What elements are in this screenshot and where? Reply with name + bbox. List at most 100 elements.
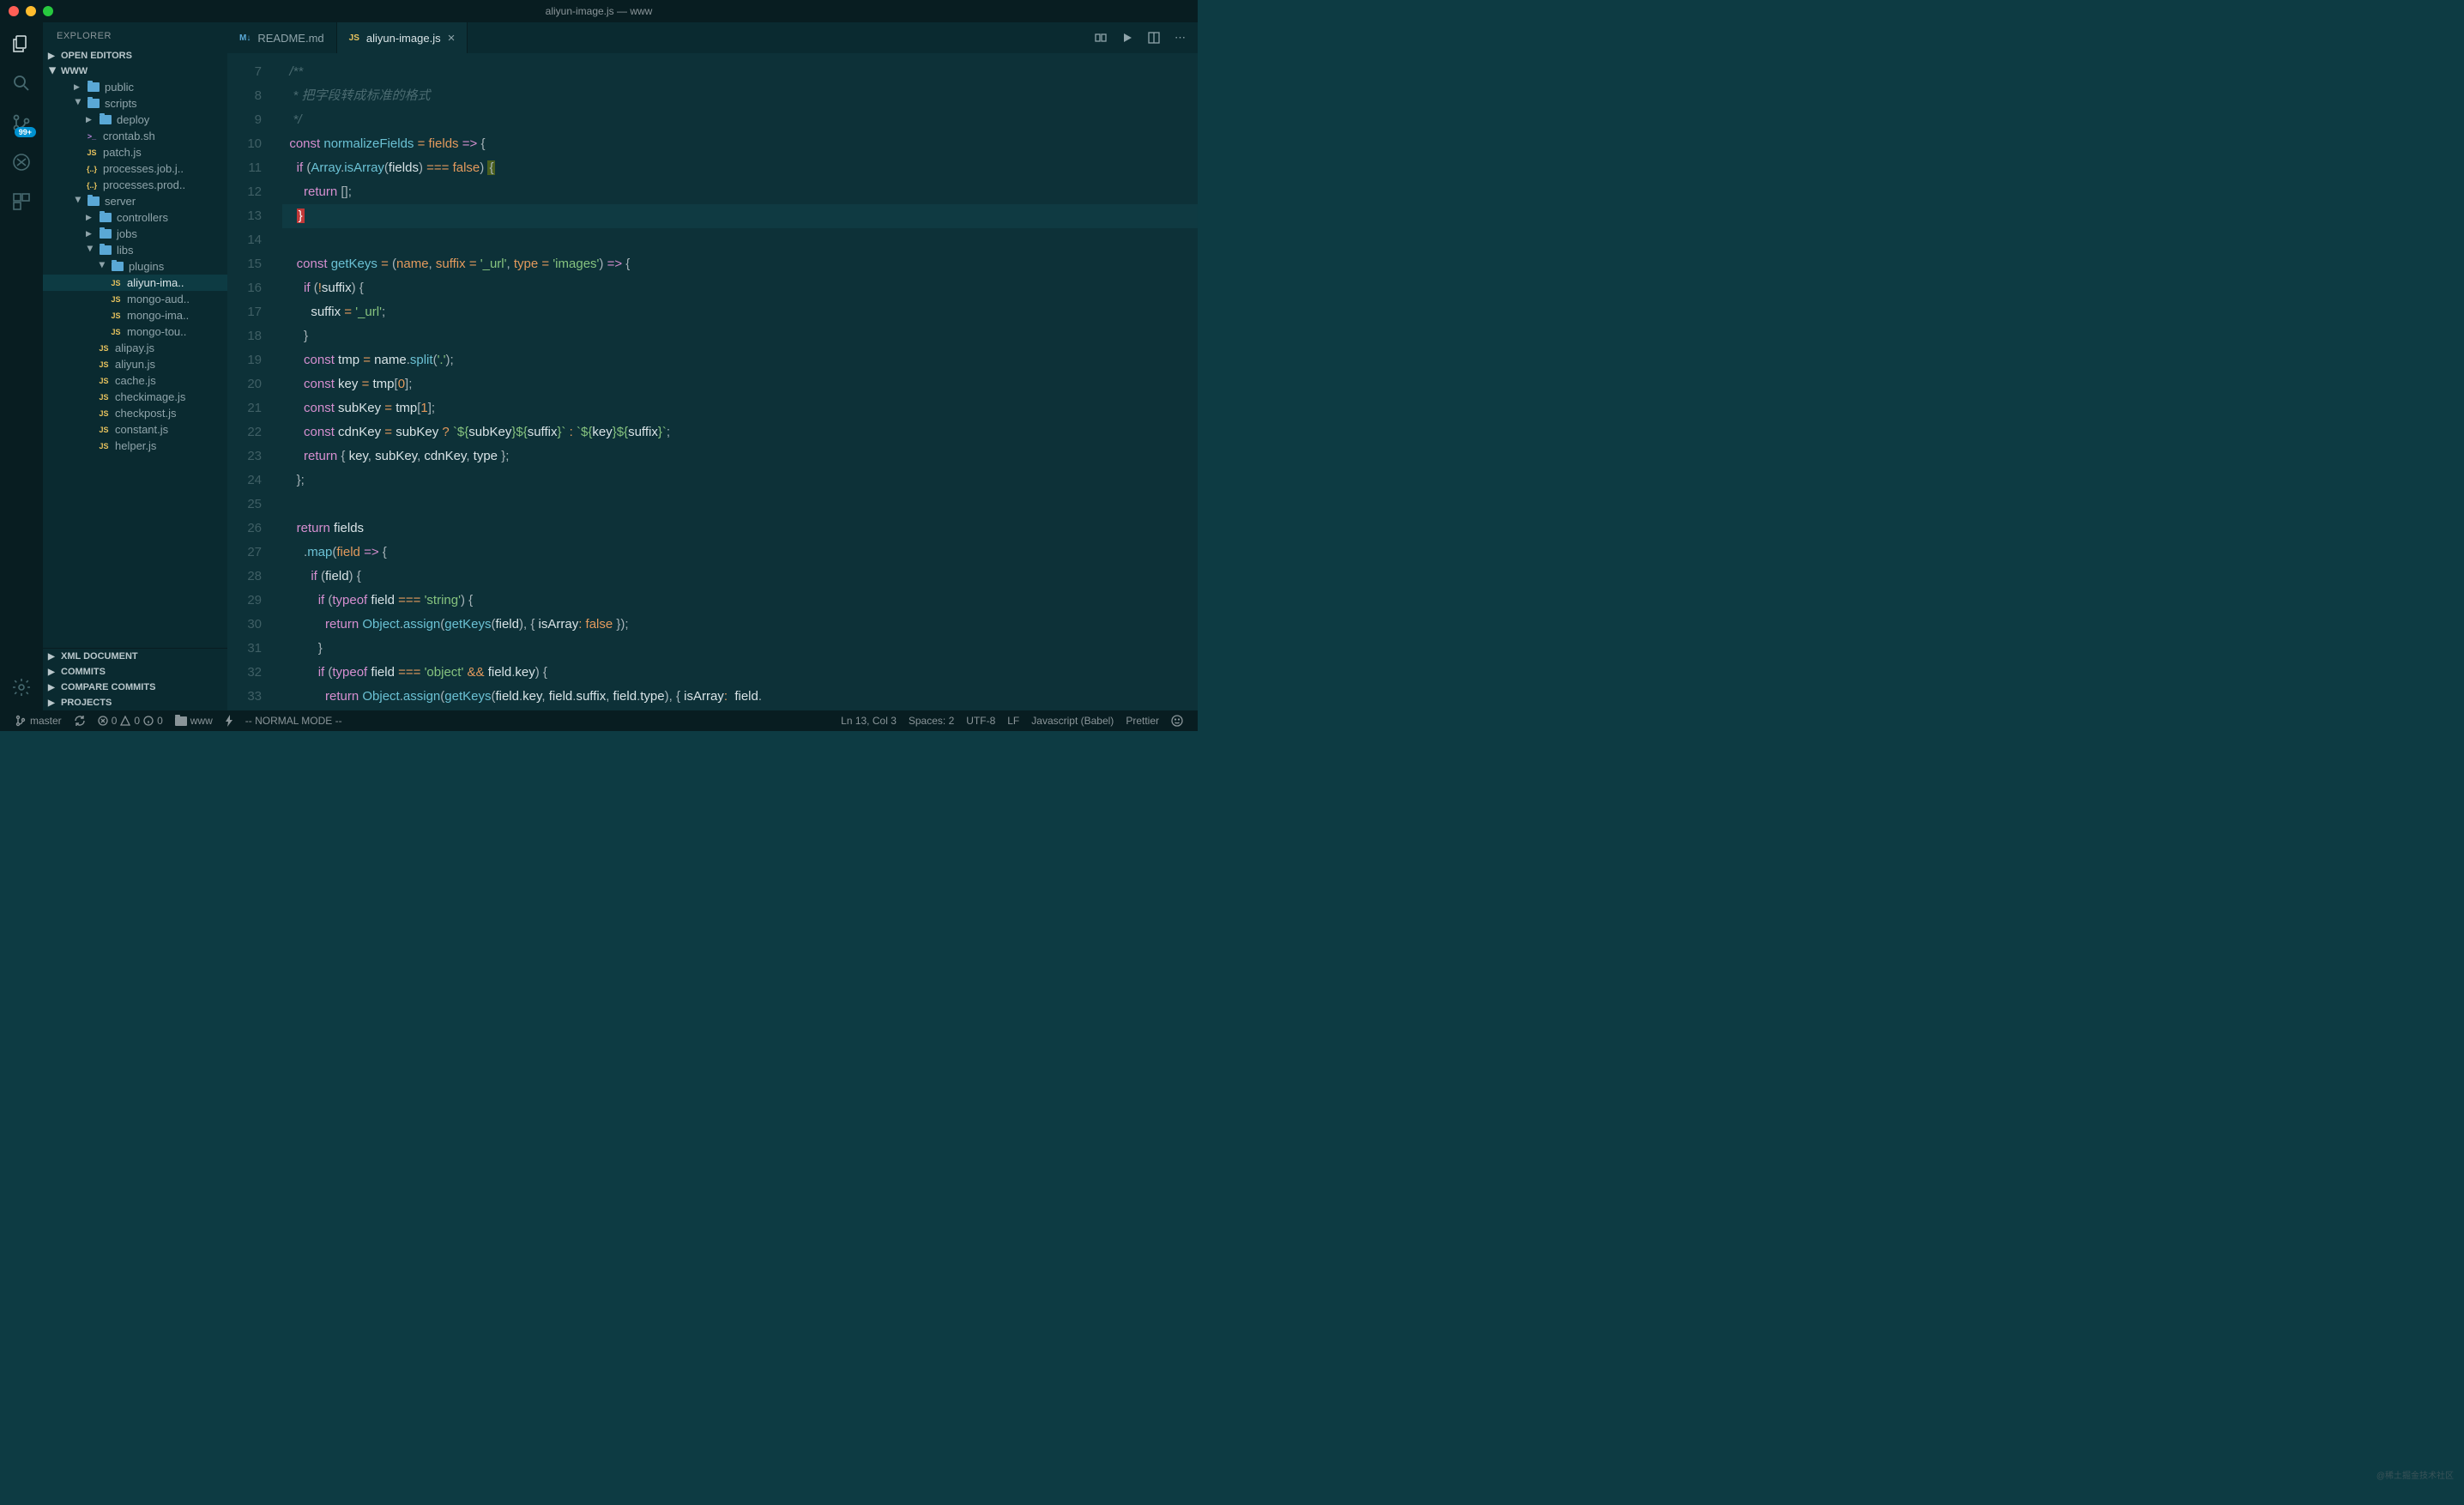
- tree-item-label: server: [105, 195, 136, 208]
- folder-server[interactable]: ▶server: [43, 193, 227, 209]
- open-changes-icon[interactable]: [1094, 31, 1108, 45]
- js-file-icon: JS: [110, 326, 122, 338]
- editor[interactable]: 7891011121314151617181920212223242526272…: [227, 53, 1198, 710]
- js-file-icon: JS: [110, 277, 122, 289]
- file-checkimage-js[interactable]: JScheckimage.js: [43, 389, 227, 405]
- file-crontab-sh[interactable]: >_crontab.sh: [43, 128, 227, 144]
- chevron-down-icon: ▶: [48, 67, 57, 76]
- problems[interactable]: 0 0 0: [92, 715, 169, 727]
- file-aliyun-ima-[interactable]: JS aliyun-ima..: [43, 275, 227, 291]
- file-cache-js[interactable]: JScache.js: [43, 372, 227, 389]
- debug-icon[interactable]: [10, 151, 33, 173]
- folder-controllers[interactable]: ▶controllers: [43, 209, 227, 226]
- chevron-icon: ▶: [74, 82, 82, 92]
- indentation[interactable]: Spaces: 2: [903, 715, 960, 727]
- titlebar: aliyun-image.js — www: [0, 0, 1198, 22]
- feedback-icon[interactable]: [1165, 715, 1189, 727]
- chevron-icon: ▶: [98, 263, 107, 271]
- file-helper-js[interactable]: JShelper.js: [43, 438, 227, 454]
- chevron-icon: ▶: [86, 115, 94, 124]
- tree-item-label: mongo-tou..: [127, 325, 186, 338]
- file-processes-prod-[interactable]: {..}processes.prod..: [43, 177, 227, 193]
- section-commits[interactable]: ▶ COMMITS: [43, 664, 227, 680]
- window-title: aliyun-image.js — www: [546, 5, 653, 17]
- vim-mode: -- NORMAL MODE --: [239, 715, 348, 727]
- sidebar: EXPLORER ▶OPEN EDITORS ▶WWW ▶public▶scri…: [43, 22, 227, 710]
- section-compare-commits[interactable]: ▶COMPARE COMMITS: [43, 680, 227, 695]
- file-mongo-ima-[interactable]: JSmongo-ima..: [43, 307, 227, 323]
- js-file-icon: JS: [86, 147, 98, 159]
- tree-item-label: aliyun-ima..: [127, 276, 184, 289]
- prettier[interactable]: Prettier: [1120, 715, 1165, 727]
- js-file-icon: JS: [98, 359, 110, 371]
- tree-item-label: public: [105, 81, 134, 94]
- chevron-icon: ▶: [86, 213, 94, 222]
- more-icon[interactable]: ⋯: [1175, 31, 1186, 45]
- tree-item-label: deploy: [117, 113, 149, 126]
- folder-jobs[interactable]: ▶jobs: [43, 226, 227, 242]
- watermark: @稀土掘金技术社区: [2376, 1468, 2454, 1481]
- section-open-editors[interactable]: ▶OPEN EDITORS: [43, 48, 227, 63]
- search-icon[interactable]: [10, 72, 33, 94]
- cursor-position[interactable]: Ln 13, Col 3: [835, 715, 903, 727]
- sh-file-icon: >_: [86, 130, 98, 142]
- split-editor-icon[interactable]: [1147, 31, 1161, 45]
- js-file-icon: JS: [98, 391, 110, 403]
- folder-libs[interactable]: ▶libs: [43, 242, 227, 258]
- git-branch[interactable]: master: [9, 715, 68, 727]
- settings-gear-icon[interactable]: [10, 676, 33, 698]
- file-aliyun-js[interactable]: JS aliyun.js: [43, 356, 227, 372]
- file-alipay-js[interactable]: JSalipay.js: [43, 340, 227, 356]
- language-mode[interactable]: Javascript (Babel): [1025, 715, 1120, 727]
- tree-item-label: processes.prod..: [103, 178, 185, 191]
- maximize-window-icon[interactable]: [43, 6, 53, 16]
- tab-actions: ⋯: [1082, 22, 1198, 53]
- tree-item-label: patch.js: [103, 146, 142, 159]
- tab-README-md[interactable]: M↓README.md: [227, 22, 337, 53]
- file-patch-js[interactable]: JS patch.js: [43, 144, 227, 160]
- section-label: WWW: [61, 66, 88, 76]
- file-checkpost-js[interactable]: JScheckpost.js: [43, 405, 227, 421]
- chevron-right-icon: ▶: [48, 668, 57, 677]
- tree-item-label: aliyun.js: [115, 358, 155, 371]
- chevron-right-icon: ▶: [48, 698, 57, 708]
- tree-item-label: alipay.js: [115, 341, 154, 354]
- folder-status[interactable]: www: [169, 715, 219, 727]
- file-mongo-aud-[interactable]: JSmongo-aud..: [43, 291, 227, 307]
- code[interactable]: /** * 把字段转成标准的格式 */ const normalizeField…: [277, 53, 1198, 710]
- minimize-window-icon[interactable]: [26, 6, 36, 16]
- eol[interactable]: LF: [1001, 715, 1025, 727]
- folder-deploy[interactable]: ▶ deploy: [43, 112, 227, 128]
- activity-bar: 99+: [0, 22, 43, 710]
- folder-plugins[interactable]: ▶plugins: [43, 258, 227, 275]
- file-processes-job-j-[interactable]: {..}processes.job.j..: [43, 160, 227, 177]
- scm-badge: 99+: [15, 127, 36, 137]
- folder-public[interactable]: ▶ public: [43, 79, 227, 95]
- run-icon[interactable]: [1121, 32, 1133, 44]
- js-file-icon: JS: [110, 293, 122, 305]
- extensions-icon[interactable]: [10, 190, 33, 213]
- folder-scripts[interactable]: ▶scripts: [43, 95, 227, 112]
- section-www[interactable]: ▶ WWW: [43, 63, 227, 79]
- file-mongo-tou-[interactable]: JS mongo-tou..: [43, 323, 227, 340]
- json-file-icon: {..}: [86, 163, 98, 175]
- section-projects[interactable]: ▶PROJECTS: [43, 695, 227, 710]
- folder-icon: [100, 213, 112, 222]
- file-constant-js[interactable]: JSconstant.js: [43, 421, 227, 438]
- explorer-icon[interactable]: [10, 33, 33, 55]
- source-control-icon[interactable]: 99+: [10, 112, 33, 134]
- folder-icon: [175, 716, 187, 726]
- section-label: COMMITS: [61, 667, 106, 677]
- tab-label: aliyun-image.js: [366, 32, 441, 45]
- close-tab-icon[interactable]: ×: [448, 31, 456, 45]
- folder-icon: [100, 245, 112, 255]
- sync-icon[interactable]: [68, 715, 92, 727]
- tab-aliyun-image-js[interactable]: JSaliyun-image.js×: [337, 22, 468, 53]
- js-file-icon: JS: [98, 424, 110, 436]
- section-label: COMPARE COMMITS: [61, 682, 155, 692]
- lightning-icon[interactable]: [219, 715, 239, 727]
- section-xml[interactable]: ▶XML DOCUMENT: [43, 649, 227, 664]
- js-file-icon: JS: [98, 408, 110, 420]
- close-window-icon[interactable]: [9, 6, 19, 16]
- encoding[interactable]: UTF-8: [960, 715, 1001, 727]
